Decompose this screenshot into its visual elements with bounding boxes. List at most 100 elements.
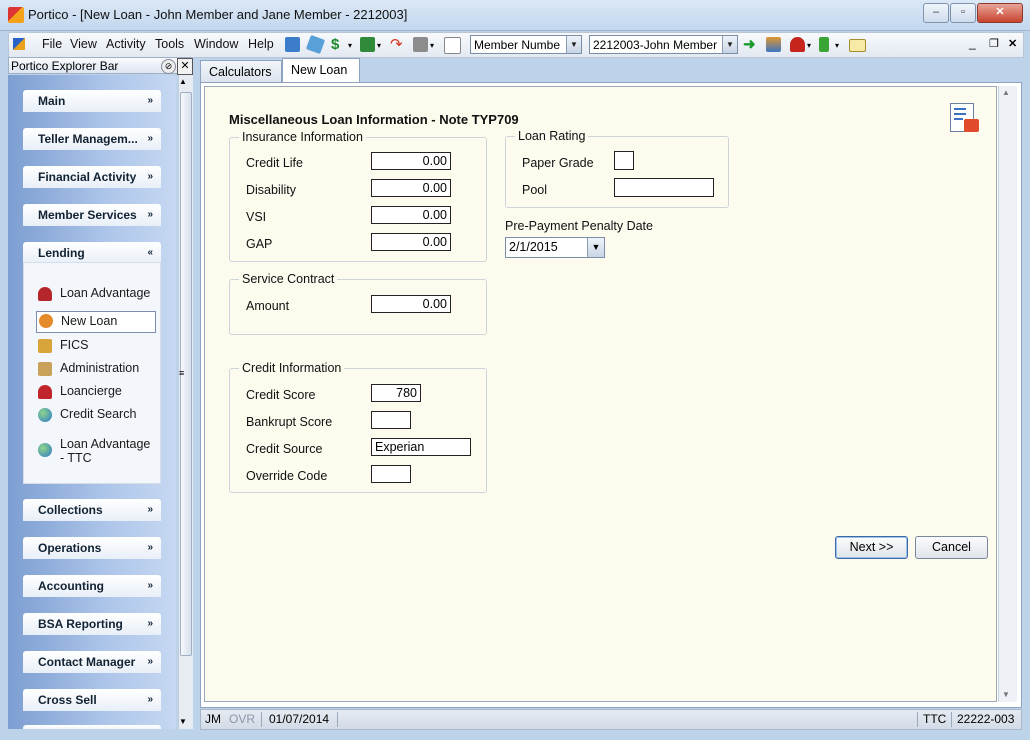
credit-life-label: Credit Life xyxy=(246,156,303,170)
pool-field[interactable] xyxy=(614,178,714,197)
chevron-down-icon: » xyxy=(147,618,153,629)
mdi-minimize-button[interactable]: _ xyxy=(969,36,976,50)
printer-icon[interactable] xyxy=(413,37,428,52)
menu-window[interactable]: Window xyxy=(194,37,238,51)
section-cross-sell[interactable]: Cross Sell » xyxy=(23,689,161,711)
pin-icon[interactable]: ⊘ xyxy=(161,59,176,74)
next-button[interactable]: Next >> xyxy=(835,536,908,559)
globe-icon xyxy=(38,443,52,457)
content-scrollbar[interactable] xyxy=(998,86,1017,702)
card-icon[interactable] xyxy=(305,34,326,55)
bankrupt-score-field[interactable] xyxy=(371,411,411,429)
mdi-close-button[interactable]: ✕ xyxy=(1008,37,1017,50)
restore-button[interactable]: ▫ xyxy=(950,3,976,23)
section-collections-label: Collections xyxy=(38,503,103,517)
menu-activity[interactable]: Activity xyxy=(106,37,146,51)
redo-arrow-icon[interactable]: ↷ xyxy=(390,37,405,52)
paper-grade-field[interactable] xyxy=(614,151,634,170)
section-operations[interactable]: Operations » xyxy=(23,537,161,559)
disability-label: Disability xyxy=(246,183,297,197)
section-financial-label: Financial Activity xyxy=(38,170,137,184)
lending-panel: Loan Advantage New Loan FICS Administrat… xyxy=(23,262,161,484)
dropdown-arrow-icon[interactable]: ▾ xyxy=(430,41,434,50)
section-lending[interactable]: Lending « xyxy=(23,242,161,264)
gap-field[interactable]: 0.00 xyxy=(371,233,451,251)
mail-icon[interactable] xyxy=(849,39,866,52)
credit-score-field[interactable]: 780 xyxy=(371,384,421,402)
dropdown-arrow-icon[interactable]: ▾ xyxy=(807,41,811,50)
credit-information-title: Credit Information xyxy=(239,361,345,375)
chevron-down-icon: » xyxy=(147,95,153,106)
dropdown-arrow-icon[interactable]: ▾ xyxy=(348,41,352,50)
tab-calculators[interactable]: Calculators xyxy=(200,60,282,82)
section-contact-manager[interactable]: Contact Manager » xyxy=(23,651,161,673)
dropdown-arrow-icon[interactable]: ▾ xyxy=(377,41,381,50)
calculator-icon[interactable] xyxy=(285,37,300,52)
section-lending-label: Lending xyxy=(38,246,85,260)
scroll-down-icon[interactable]: ▼ xyxy=(179,717,187,726)
new-loan-icon xyxy=(39,314,53,328)
override-code-label: Override Code xyxy=(246,469,328,483)
lending-item-new-loan[interactable]: New Loan xyxy=(36,311,156,333)
override-code-field[interactable] xyxy=(371,465,411,483)
section-accounting[interactable]: Accounting » xyxy=(23,575,161,597)
menu-view[interactable]: View xyxy=(70,37,97,51)
splitter-grip-icon[interactable]: ≡ xyxy=(179,368,184,378)
explorer-close-icon[interactable]: ✕ xyxy=(177,58,193,75)
dropdown-arrow-icon[interactable]: ▾ xyxy=(835,41,839,50)
cancel-button[interactable]: Cancel xyxy=(915,536,988,559)
prepayment-penalty-date-picker[interactable]: 2/1/2015 ▼ xyxy=(505,237,605,258)
scroll-down-icon[interactable]: ▼ xyxy=(1002,690,1010,699)
disability-field[interactable]: 0.00 xyxy=(371,179,451,197)
title-bar: Portico - [New Loan - John Member and Ja… xyxy=(0,0,1030,31)
scroll-up-icon[interactable]: ▲ xyxy=(1002,88,1010,97)
money-icon[interactable] xyxy=(360,37,375,52)
go-arrow-icon[interactable]: ➜ xyxy=(743,37,758,52)
section-operations-label: Operations xyxy=(38,541,102,555)
dollar-icon[interactable]: $ xyxy=(331,37,346,52)
section-accounting-label: Accounting xyxy=(38,579,104,593)
tab-new-loan[interactable]: New Loan xyxy=(282,58,360,82)
phone-icon[interactable] xyxy=(790,37,805,52)
house-icon xyxy=(38,339,52,353)
battery-icon[interactable] xyxy=(819,37,829,52)
menu-file[interactable]: File xyxy=(42,37,62,51)
prepayment-penalty-date-value: 2/1/2015 xyxy=(509,240,558,254)
scroll-up-icon[interactable]: ▲ xyxy=(179,77,187,86)
menu-help[interactable]: Help xyxy=(248,37,274,51)
section-member-services[interactable]: Member Services » xyxy=(23,204,161,226)
lending-item-label: Loan Advantage - TTC xyxy=(60,437,151,465)
menu-tools[interactable]: Tools xyxy=(155,37,184,51)
section-main[interactable]: Main » xyxy=(23,90,161,112)
status-separator xyxy=(917,712,918,727)
lending-item-label: Loan Advantage xyxy=(60,286,151,300)
loan-rating-group: Loan Rating xyxy=(505,129,729,208)
loan-rating-title: Loan Rating xyxy=(515,129,589,143)
credit-source-field[interactable]: Experian xyxy=(371,438,471,456)
new-document-icon[interactable] xyxy=(444,37,461,54)
section-collections[interactable]: Collections » xyxy=(23,499,161,521)
lending-item-label: New Loan xyxy=(61,314,118,328)
section-teller-management[interactable]: Teller Managem... » xyxy=(23,128,161,150)
explorer-bar-title: Portico Explorer Bar xyxy=(11,59,119,73)
mdi-window-icon[interactable] xyxy=(13,38,25,50)
vsi-field[interactable]: 0.00 xyxy=(371,206,451,224)
section-bsa-reporting[interactable]: BSA Reporting » xyxy=(23,613,161,635)
minimize-button[interactable]: – xyxy=(923,3,949,23)
vsi-label: VSI xyxy=(246,210,267,224)
mdi-restore-button[interactable]: ❐ xyxy=(989,37,999,50)
section-main-label: Main xyxy=(38,94,66,108)
section-financial-activity[interactable]: Financial Activity » xyxy=(23,166,161,188)
search-type-select[interactable]: Member Numbe ▼ xyxy=(470,35,582,54)
loan-document-icon xyxy=(950,103,980,133)
credit-life-field[interactable]: 0.00 xyxy=(371,152,451,170)
portico-app-icon xyxy=(8,7,24,23)
people-icon[interactable] xyxy=(766,37,781,52)
service-contract-amount-field[interactable]: 0.00 xyxy=(371,295,451,313)
chevron-down-icon: » xyxy=(147,580,153,591)
chevron-down-icon: ▼ xyxy=(722,36,737,53)
member-select[interactable]: 2212003-John Member ▼ xyxy=(589,35,738,54)
close-button[interactable]: ✕ xyxy=(977,3,1023,23)
gap-label: GAP xyxy=(246,237,273,251)
chevron-down-icon[interactable]: ▼ xyxy=(587,238,604,257)
